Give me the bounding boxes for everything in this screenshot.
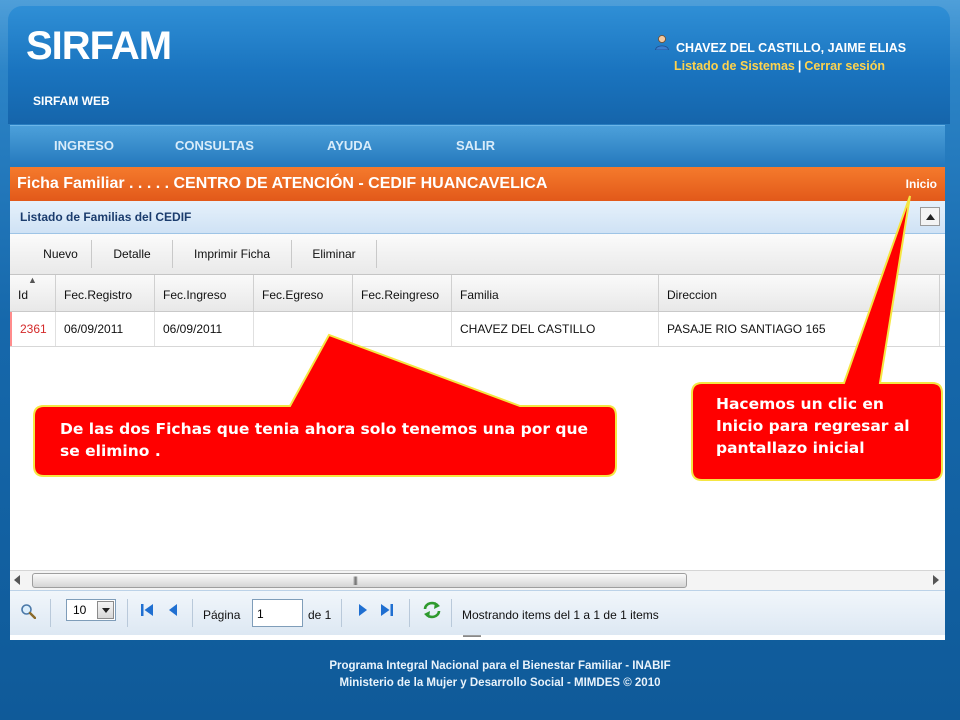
callout-left-text: De las dos Fichas que tenia ahora solo t… bbox=[60, 420, 589, 460]
column-header-fec-registro[interactable]: Fec.Registro bbox=[56, 275, 155, 311]
cell-familia: CHAVEZ DEL CASTILLO bbox=[452, 312, 659, 346]
table-header: ▲ Id Fec.Registro Fec.Ingreso Fec.Egreso… bbox=[10, 275, 945, 312]
cell-direccion: PASAJE RIO SANTIAGO 165 bbox=[659, 312, 940, 346]
column-header-direccion[interactable]: Direccion bbox=[659, 275, 940, 311]
print-card-button[interactable]: Imprimir Ficha bbox=[173, 240, 292, 268]
grip-icon: ||| bbox=[353, 575, 358, 585]
chevron-up-icon bbox=[926, 214, 935, 220]
home-link[interactable]: Inicio bbox=[906, 177, 937, 191]
resize-grip-icon[interactable]: ▬▬▬ bbox=[463, 633, 481, 639]
cell-fec-ingreso: 06/09/2011 bbox=[155, 312, 254, 346]
footer: Programa Integral Nacional para el Biene… bbox=[0, 658, 960, 692]
search-icon[interactable] bbox=[20, 603, 36, 619]
table-row[interactable]: 2361 06/09/2011 06/09/2011 CHAVEZ DEL CA… bbox=[10, 312, 945, 347]
menu-consultas[interactable]: CONSULTAS bbox=[175, 138, 254, 153]
first-page-icon[interactable] bbox=[140, 603, 154, 617]
panel-title: Ficha Familiar . . . . . CENTRO DE ATENC… bbox=[17, 175, 548, 192]
logout-link[interactable]: Cerrar sesión bbox=[804, 59, 885, 73]
menu-ayuda[interactable]: AYUDA bbox=[327, 138, 372, 153]
cell-fec-reingreso bbox=[353, 312, 452, 346]
column-header-fec-reingreso[interactable]: Fec.Reingreso bbox=[353, 275, 452, 311]
footer-line-1: Programa Integral Nacional para el Biene… bbox=[329, 660, 671, 672]
user-links: Listado de Sistemas | Cerrar sesión bbox=[674, 59, 885, 73]
app-logo: SIRFAM bbox=[26, 24, 172, 68]
scroll-left-icon[interactable] bbox=[14, 575, 20, 585]
cell-fec-registro: 06/09/2011 bbox=[56, 312, 155, 346]
column-header-familia[interactable]: Familia bbox=[452, 275, 659, 311]
app-subtitle: SIRFAM WEB bbox=[33, 94, 110, 108]
pager-separator bbox=[192, 599, 193, 627]
column-header-fec-ingreso[interactable]: Fec.Ingreso bbox=[155, 275, 254, 311]
detail-button[interactable]: Detalle bbox=[92, 240, 173, 268]
scroll-thumb[interactable]: ||| bbox=[32, 573, 687, 588]
page-size-select[interactable]: 10 bbox=[66, 599, 116, 621]
grid-header: Listado de Familias del CEDIF bbox=[10, 201, 945, 234]
pager-separator bbox=[341, 599, 342, 627]
link-separator: | bbox=[797, 59, 802, 73]
previous-page-icon[interactable] bbox=[167, 603, 179, 617]
collapse-button[interactable] bbox=[920, 207, 940, 226]
cell-fec-egreso bbox=[254, 312, 353, 346]
user-icon bbox=[655, 35, 669, 50]
pager-separator bbox=[50, 599, 51, 627]
last-page-icon[interactable] bbox=[380, 603, 394, 617]
menu-ingreso[interactable]: INGRESO bbox=[54, 138, 114, 153]
horizontal-scrollbar[interactable]: ||| bbox=[10, 570, 945, 591]
next-page-icon[interactable] bbox=[357, 603, 369, 617]
pager-bar: 10 Página 1 de 1 Mostrando items del 1 a… bbox=[10, 590, 945, 635]
user-name: CHAVEZ DEL CASTILLO, JAIME ELIAS bbox=[676, 41, 907, 55]
new-button[interactable]: Nuevo bbox=[30, 240, 92, 268]
page-number-input[interactable]: 1 bbox=[252, 599, 303, 627]
app-frame: SIRFAM SIRFAM WEB CHAVEZ DEL CASTILLO, J… bbox=[0, 0, 960, 720]
scroll-right-icon[interactable] bbox=[933, 575, 939, 585]
pager-separator bbox=[127, 599, 128, 627]
main-menu: INGRESO CONSULTAS AYUDA SALIR bbox=[10, 125, 945, 166]
footer-line-2: Ministerio de la Mujer y Desarrollo Soci… bbox=[339, 677, 661, 689]
chevron-down-icon bbox=[97, 601, 114, 619]
grid-toolbar: Nuevo Detalle Imprimir Ficha Eliminar bbox=[10, 234, 945, 275]
grid-title: Listado de Familias del CEDIF bbox=[20, 210, 192, 224]
refresh-icon[interactable] bbox=[422, 601, 442, 619]
pager-status: Mostrando items del 1 a 1 de 1 items bbox=[462, 608, 659, 622]
pager-separator bbox=[451, 599, 452, 627]
column-header-fec-egreso[interactable]: Fec.Egreso bbox=[254, 275, 353, 311]
pager-separator bbox=[409, 599, 410, 627]
delete-button[interactable]: Eliminar bbox=[292, 240, 377, 268]
cell-id: 2361 bbox=[10, 312, 56, 346]
column-header-id[interactable]: ▲ Id bbox=[10, 275, 56, 311]
panel-header: Ficha Familiar . . . . . CENTRO DE ATENC… bbox=[10, 167, 945, 201]
callout-right-text: Hacemos un clic en Inicio para regresar … bbox=[716, 395, 910, 457]
sort-up-icon: ▲ bbox=[28, 275, 37, 285]
page-label: Página bbox=[203, 608, 241, 622]
systems-list-link[interactable]: Listado de Sistemas bbox=[674, 59, 795, 73]
menu-salir[interactable]: SALIR bbox=[456, 138, 495, 153]
page-count-label: de 1 bbox=[308, 608, 332, 622]
